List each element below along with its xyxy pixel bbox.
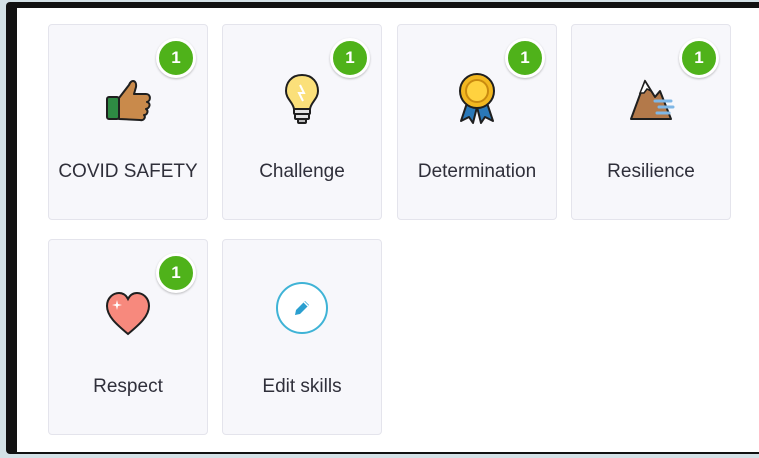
- skill-count-badge: 1: [679, 38, 719, 78]
- edit-skills-label: Edit skills: [262, 376, 342, 397]
- skill-card-covid-safety[interactable]: 1 COVID SAFETY: [48, 24, 208, 220]
- skill-count-badge: 1: [156, 253, 196, 293]
- skill-card-determination[interactable]: 1 Determination: [397, 24, 557, 220]
- pencil-icon: [276, 282, 328, 334]
- skill-label: Determination: [417, 161, 537, 182]
- lightbulb-icon: [284, 73, 320, 124]
- skill-label: Challenge: [259, 161, 345, 182]
- skill-card-resilience[interactable]: 1 Resilience: [571, 24, 731, 220]
- skill-label: Resilience: [607, 161, 695, 182]
- skill-card-challenge[interactable]: 1 Challenge: [222, 24, 382, 220]
- skill-count-badge: 1: [156, 38, 196, 78]
- skill-label: COVID SAFETY: [58, 161, 198, 182]
- skills-panel: 1 COVID SAFETY 1 Challenge 1 Determinati…: [17, 8, 759, 452]
- award-medal-icon: [459, 73, 495, 124]
- skill-count-badge: 1: [330, 38, 370, 78]
- skill-card-respect[interactable]: 1 Respect: [48, 239, 208, 435]
- heart-icon: [105, 291, 151, 336]
- edit-skills-button[interactable]: Edit skills: [222, 239, 382, 435]
- thumbs-up-icon: [106, 80, 151, 122]
- mountain-icon: [630, 79, 675, 120]
- skill-label: Respect: [93, 376, 163, 397]
- skill-count-badge: 1: [505, 38, 545, 78]
